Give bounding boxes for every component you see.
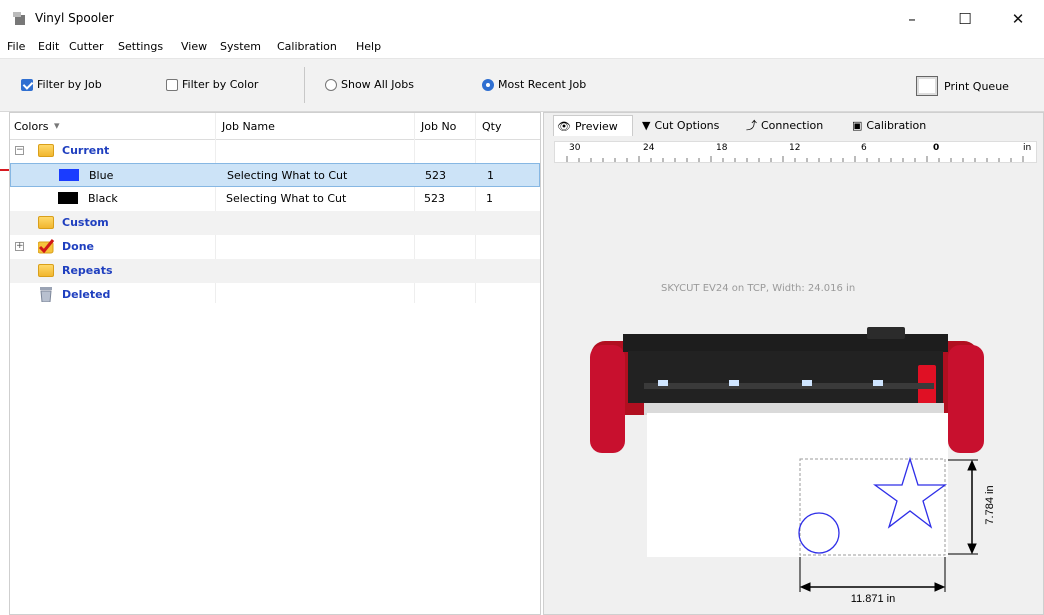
menu-edit[interactable]: Edit — [38, 40, 59, 53]
tab-label: Calibration — [866, 119, 927, 132]
ruler-label: 6 — [861, 143, 867, 153]
menu-calibration[interactable]: Calibration — [277, 40, 337, 53]
maximize-button[interactable]: ☐ — [942, 6, 988, 32]
preview-panel: 👁 Preview ▼ Cut Options ⤴ Connection ▣ C… — [543, 112, 1044, 615]
collapse-icon[interactable]: − — [15, 146, 24, 155]
tab-label: Cut Options — [654, 119, 720, 132]
qty-column-header[interactable]: Qty — [482, 120, 501, 133]
done-checkmark-icon — [38, 239, 55, 254]
tree-header: Colors ▾ Job Name Job No Qty — [10, 113, 540, 140]
cutter-preview-drawing — [590, 327, 984, 592]
job-no-cell: 523 — [424, 192, 445, 205]
menu-system[interactable]: System — [220, 40, 261, 53]
height-dimension — [948, 459, 978, 555]
window-title: Vinyl Spooler — [35, 11, 114, 25]
qty-cell: 1 — [486, 192, 493, 205]
job-tree-panel: Colors ▾ Job Name Job No Qty − Current B… — [9, 112, 541, 615]
color-name: Black — [88, 192, 118, 205]
tree-node-label: Custom — [62, 216, 109, 229]
calibration-icon: ▣ — [852, 119, 863, 132]
filter-by-color-checkbox[interactable]: Filter by Color — [166, 78, 258, 91]
menu-settings[interactable]: Settings — [118, 40, 163, 53]
ruler-label: 30 — [569, 143, 581, 153]
color-name: Blue — [89, 169, 114, 182]
tree-node-label: Current — [62, 144, 110, 157]
width-dimension — [799, 557, 946, 592]
show-all-jobs-label: Show All Jobs — [341, 78, 414, 91]
tree-node-label: Done — [62, 240, 94, 253]
ruler-label: 12 — [789, 143, 801, 153]
filter-by-job-checkbox[interactable]: Filter by Job — [21, 78, 102, 91]
tree-row-black[interactable]: Black Selecting What to Cut 523 1 — [10, 187, 540, 211]
vinyl-spooler-icon — [13, 12, 25, 25]
menu-bar: File Edit Cutter Settings View System Ca… — [0, 36, 1044, 59]
tab-connection[interactable]: ⤴ Connection — [743, 115, 843, 136]
tree-node-label: Deleted — [62, 288, 111, 301]
tree-row-deleted[interactable]: Deleted — [10, 283, 540, 307]
tree-row-current[interactable]: − Current — [10, 139, 540, 163]
title-bar: Vinyl Spooler – ☐ ✕ — [0, 0, 1044, 36]
tree-row-custom[interactable]: Custom — [10, 211, 540, 235]
tab-calibration[interactable]: ▣ Calibration — [849, 115, 941, 136]
tab-label: Connection — [761, 119, 824, 132]
vinyl-sheet — [647, 413, 948, 557]
checkbox-icon — [166, 78, 178, 91]
cut-preview-canvas[interactable]: SKYCUT EV24 on TCP, Width: 24.016 in 7.7… — [544, 165, 1043, 614]
tab-label: Preview — [574, 119, 618, 133]
trash-icon — [40, 287, 52, 302]
ruler-unit-label: in — [1023, 143, 1032, 153]
connection-icon: ⤴ — [746, 119, 757, 132]
print-queue-button[interactable]: Print Queue — [916, 73, 1009, 99]
minimize-button[interactable]: – — [889, 6, 935, 32]
radio-selected-icon — [482, 78, 494, 91]
colors-column-header[interactable]: Colors — [14, 120, 48, 133]
tree-row-blue[interactable]: Blue Selecting What to Cut 523 1 — [10, 163, 540, 187]
job-no-column-header[interactable]: Job No — [421, 120, 456, 133]
ruler-label: 0 — [933, 143, 940, 153]
print-queue-label: Print Queue — [944, 79, 1009, 93]
tab-preview[interactable]: 👁 Preview — [553, 115, 633, 136]
expand-icon[interactable]: + — [15, 242, 24, 251]
show-all-jobs-radio[interactable]: Show All Jobs — [325, 78, 414, 91]
ruler-label: 24 — [643, 143, 655, 153]
tree-row-repeats[interactable]: Repeats — [10, 259, 540, 283]
tab-cut-options[interactable]: ▼ Cut Options — [639, 115, 737, 136]
preview-tabs: 👁 Preview ▼ Cut Options ⤴ Connection ▣ C… — [544, 113, 1043, 137]
width-dimension-label: 11.871 in — [850, 593, 896, 605]
menu-view[interactable]: View — [181, 40, 207, 53]
inch-ruler: 30 24 18 12 6 0 in — [554, 141, 1037, 163]
tree-row-done[interactable]: + Done — [10, 235, 540, 259]
most-recent-job-label: Most Recent Job — [498, 78, 587, 91]
toolbar-divider — [304, 67, 305, 103]
qty-cell: 1 — [487, 169, 494, 182]
height-dimension-label: 7.784 in — [984, 485, 996, 525]
close-button[interactable]: ✕ — [995, 6, 1041, 32]
menu-help[interactable]: Help — [356, 40, 381, 53]
print-queue-icon — [916, 76, 938, 96]
color-swatch-blue — [59, 169, 79, 181]
ruler-label: 18 — [716, 143, 728, 153]
color-swatch-black — [58, 192, 78, 204]
sort-down-icon[interactable]: ▾ — [54, 119, 60, 132]
job-name-cell: Selecting What to Cut — [227, 169, 348, 182]
job-name-cell: Selecting What to Cut — [226, 192, 347, 205]
folder-icon — [38, 216, 54, 229]
folder-icon — [38, 264, 54, 277]
filter-by-job-label: Filter by Job — [37, 78, 102, 91]
folder-icon — [38, 144, 54, 157]
menu-file[interactable]: File — [7, 40, 25, 53]
most-recent-job-radio[interactable]: Most Recent Job — [482, 78, 586, 91]
blade-icon: ▼ — [642, 119, 651, 132]
eye-icon: 👁 — [557, 119, 571, 133]
toolbar: Filter by Job Filter by Color Show All J… — [0, 59, 1044, 112]
menu-cutter[interactable]: Cutter — [69, 40, 104, 53]
job-name-column-header[interactable]: Job Name — [222, 120, 275, 133]
tree-node-label: Repeats — [62, 264, 113, 277]
radio-icon — [325, 78, 337, 91]
filter-by-color-label: Filter by Color — [182, 78, 259, 91]
checkbox-checked-icon — [21, 78, 33, 91]
job-no-cell: 523 — [425, 169, 446, 182]
